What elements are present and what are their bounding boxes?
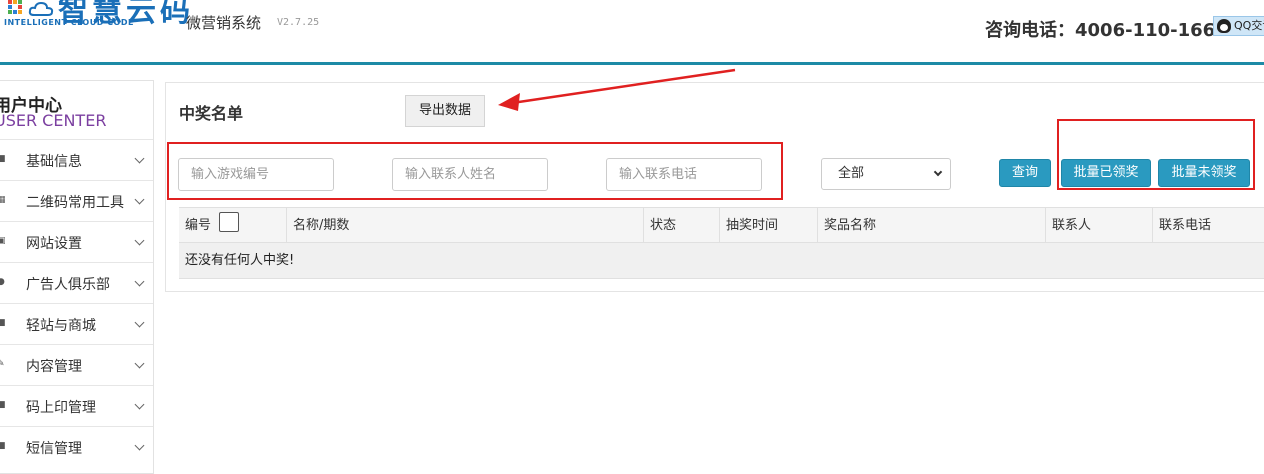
export-data-button[interactable]: 导出数据 [405, 95, 485, 127]
column-header-id: 编号 [179, 208, 286, 244]
chevron-down-icon [134, 358, 145, 369]
sidebar-item-label: 内容管理 [26, 359, 82, 375]
person-icon: ● [0, 277, 5, 287]
annotation-box-batch-buttons [1057, 119, 1255, 190]
column-header-contact: 联系人 [1045, 208, 1152, 244]
message-icon: ■ [0, 441, 6, 451]
print-icon: ■ [0, 400, 6, 410]
sidebar-item-basic-info[interactable]: ■ 基础信息 [0, 139, 153, 180]
window-icon: ▣ [0, 236, 6, 246]
system-version: V2.7.25 [277, 17, 320, 28]
status-select-value: 全部 [838, 166, 865, 181]
table-header: 编号 名称/期数 状态 抽奖时间 奖品名称 联系人 联系电话 [179, 207, 1264, 244]
winners-table: 编号 名称/期数 状态 抽奖时间 奖品名称 联系人 联系电话 还没有任何人中奖! [179, 207, 1264, 279]
sidebar-item-label: 广告人俱乐部 [26, 277, 110, 293]
sidebar-item-label: 短信管理 [26, 441, 82, 457]
logo-subtext: INTELLIGENT CLOUD CODE [4, 18, 134, 27]
square-icon: ■ [0, 154, 6, 164]
chevron-down-icon [134, 317, 145, 328]
edit-icon: ✎ [0, 359, 5, 369]
empty-row: 还没有任何人中奖! [179, 243, 1264, 279]
column-header-phone: 联系电话 [1152, 208, 1258, 244]
sidebar-item-label: 码上印管理 [26, 400, 96, 416]
sidebar-item-label: 轻站与商城 [26, 318, 96, 334]
select-all-checkbox[interactable] [219, 212, 239, 232]
column-header-draw-time: 抽奖时间 [719, 208, 817, 244]
chevron-down-icon [134, 276, 145, 287]
qq-chat-button[interactable]: QQ交谈 [1213, 16, 1264, 36]
sidebar-item-site-settings[interactable]: ▣ 网站设置 [0, 221, 153, 262]
logo-grid-icon [8, 0, 24, 16]
annotation-box-filters [167, 142, 783, 200]
sidebar-menu: ■ 基础信息 ▦ 二维码常用工具 ▣ 网站设置 ● 广告人俱乐部 ■ 轻站与商城… [0, 139, 153, 467]
sidebar-item-lite-store[interactable]: ■ 轻站与商城 [0, 303, 153, 344]
sidebar-item-content[interactable]: ✎ 内容管理 [0, 344, 153, 385]
chevron-down-icon [134, 235, 145, 246]
page-title: 中奖名单 [179, 104, 244, 123]
sidebar-item-sms[interactable]: ■ 短信管理 [0, 426, 153, 467]
sidebar-item-label: 二维码常用工具 [26, 195, 124, 211]
sidebar-item-ad-club[interactable]: ● 广告人俱乐部 [0, 262, 153, 303]
qr-icon: ▦ [0, 195, 6, 205]
chevron-down-icon [134, 440, 145, 451]
status-select[interactable]: 全部 [821, 158, 951, 190]
chevron-down-icon [134, 153, 145, 164]
sidebar-item-label: 基础信息 [26, 154, 82, 170]
sidebar-item-print[interactable]: ■ 码上印管理 [0, 385, 153, 426]
qq-chat-label: QQ交谈 [1234, 19, 1264, 32]
sidebar-item-qr-tools[interactable]: ▦ 二维码常用工具 [0, 180, 153, 221]
logo: 智慧云码 INTELLIGENT CLOUD CODE [4, 0, 190, 34]
column-header-label: 编号 [185, 218, 212, 233]
app-header: 智慧云码 INTELLIGENT CLOUD CODE 微营销系统 V2.7.2… [0, 0, 1264, 65]
chevron-down-icon [134, 399, 145, 410]
header-divider [0, 62, 1264, 65]
column-header-prize: 奖品名称 [817, 208, 1045, 244]
column-header-status: 状态 [643, 208, 719, 244]
store-icon: ■ [0, 318, 6, 328]
sidebar-item-label: 网站设置 [26, 236, 82, 252]
sidebar: 用户中心 USER CENTER ■ 基础信息 ▦ 二维码常用工具 ▣ 网站设置… [0, 80, 154, 474]
qq-icon [1217, 19, 1231, 33]
cloud-icon [28, 1, 54, 16]
user-center-subtitle: USER CENTER [0, 111, 107, 130]
consult-phone: 咨询电话：4006-110-166 [985, 20, 1216, 41]
column-header-name: 名称/期数 [286, 208, 643, 244]
chevron-down-icon [933, 167, 943, 177]
chevron-down-icon [134, 194, 145, 205]
query-button[interactable]: 查询 [999, 159, 1051, 187]
system-name: 微营销系统 [186, 14, 262, 32]
